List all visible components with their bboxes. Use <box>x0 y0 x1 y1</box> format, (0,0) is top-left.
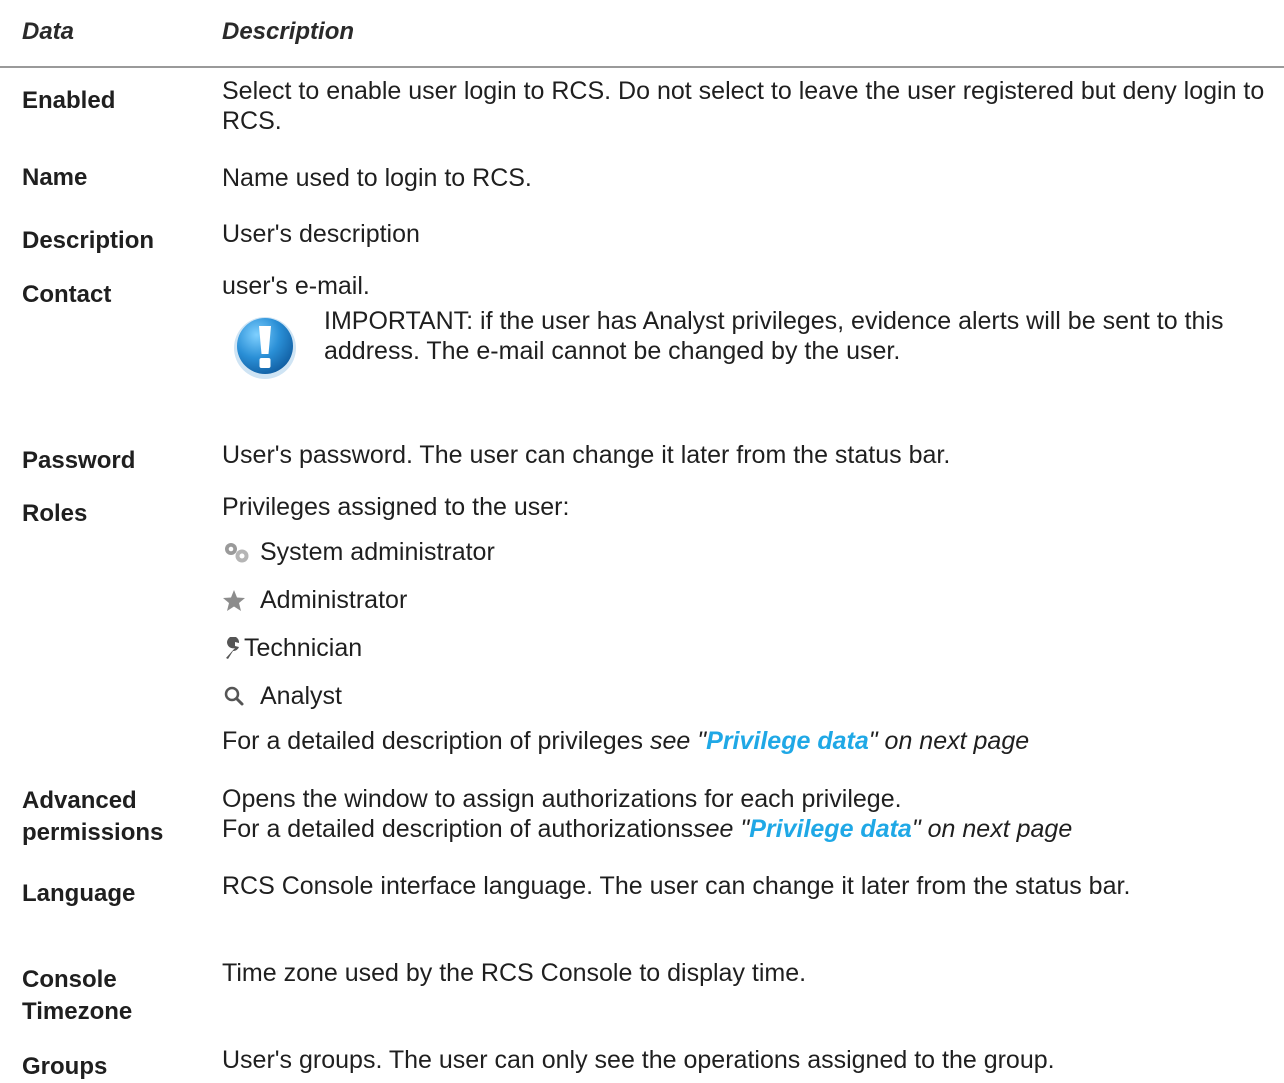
role-label: Analyst <box>260 682 342 710</box>
desc-enabled-text: Select to enable user login to RCS. Do n… <box>222 77 1265 135</box>
desc-language: RCS Console interface language. The user… <box>222 871 1280 901</box>
term-language: Language <box>22 880 136 907</box>
role-label: Technician <box>244 634 363 662</box>
term-contact: Contact <box>22 281 112 308</box>
table-header: Data Description <box>0 14 1284 64</box>
term-enabled: Enabled <box>22 87 116 114</box>
roles-ref-see: see " <box>650 727 707 755</box>
gears-icon <box>225 543 249 563</box>
term-roles: Roles <box>22 500 88 527</box>
roles-reference: For a detailed description of privileges… <box>222 726 1280 756</box>
term-line: Advanced <box>22 787 137 814</box>
term-line: Console <box>22 966 117 993</box>
term-advanced-permissions: Advanced permissions <box>22 785 163 849</box>
desc-contact: user's e-mail. <box>222 271 1280 301</box>
role-system-administrator: System administrator <box>222 537 495 567</box>
header-divider <box>0 66 1284 68</box>
adv-ref-suffix: " on next page <box>911 815 1073 843</box>
desc-password-text: User's password. The user can change it … <box>222 441 951 469</box>
term-password: Password <box>22 447 136 474</box>
wrench-icon <box>226 637 240 660</box>
desc-roles: Privileges assigned to the user: <box>222 492 1280 522</box>
desc-description-text: User's description <box>222 220 420 248</box>
role-label: System administrator <box>260 538 495 566</box>
desc-description: User's description <box>222 219 1280 249</box>
term-description: Description <box>22 227 155 254</box>
desc-advanced-permissions: Opens the window to assign authorization… <box>222 784 1280 844</box>
desc-name-text: Name used to login to RCS. <box>222 164 532 192</box>
term-line: permissions <box>22 819 164 846</box>
term-name: Name <box>22 164 88 191</box>
important-exclamation-icon <box>234 317 296 379</box>
header-description: Description <box>222 18 355 45</box>
role-technician: Technician <box>222 633 362 663</box>
magnifier-icon <box>224 687 244 706</box>
desc-name: Name used to login to RCS. <box>222 163 1280 193</box>
term-groups: Groups <box>22 1053 108 1080</box>
important-note-text: IMPORTANT: if the user has Analyst privi… <box>324 307 1224 365</box>
desc-password: User's password. The user can change it … <box>222 440 1280 470</box>
desc-enabled: Select to enable user login to RCS. Do n… <box>222 76 1280 136</box>
privilege-data-link[interactable]: Privilege data <box>706 727 869 755</box>
role-administrator: Administrator <box>222 585 407 615</box>
roles-ref-suffix: " on next page <box>868 727 1030 755</box>
header-data: Data <box>22 18 75 45</box>
role-label: Administrator <box>260 586 408 614</box>
privilege-data-link[interactable]: Privilege data <box>749 815 912 843</box>
role-analyst: Analyst <box>222 681 342 711</box>
star-icon <box>223 590 245 612</box>
term-line: Timezone <box>22 998 133 1025</box>
term-console-timezone: Console Timezone <box>22 964 132 1028</box>
important-note: IMPORTANT: if the user has Analyst privi… <box>230 306 1280 388</box>
desc-language-text: RCS Console interface language. The user… <box>222 872 1131 900</box>
desc-groups-text: User's groups. The user can only see the… <box>222 1046 1055 1074</box>
desc-roles-text: Privileges assigned to the user: <box>222 493 570 521</box>
desc-console-timezone-text: Time zone used by the RCS Console to dis… <box>222 959 807 987</box>
adv-ref-prefix: For a detailed description of authorizat… <box>222 815 694 843</box>
adv-ref-see: see " <box>693 815 750 843</box>
advanced-reference: For a detailed description of authorizat… <box>222 814 1280 844</box>
desc-contact-text: user's e-mail. <box>222 272 370 300</box>
roles-ref-prefix: For a detailed description of privileges <box>222 727 651 755</box>
desc-console-timezone: Time zone used by the RCS Console to dis… <box>222 958 1280 988</box>
desc-groups: User's groups. The user can only see the… <box>222 1045 1280 1075</box>
desc-advanced-permissions-text: Opens the window to assign authorization… <box>222 785 902 813</box>
